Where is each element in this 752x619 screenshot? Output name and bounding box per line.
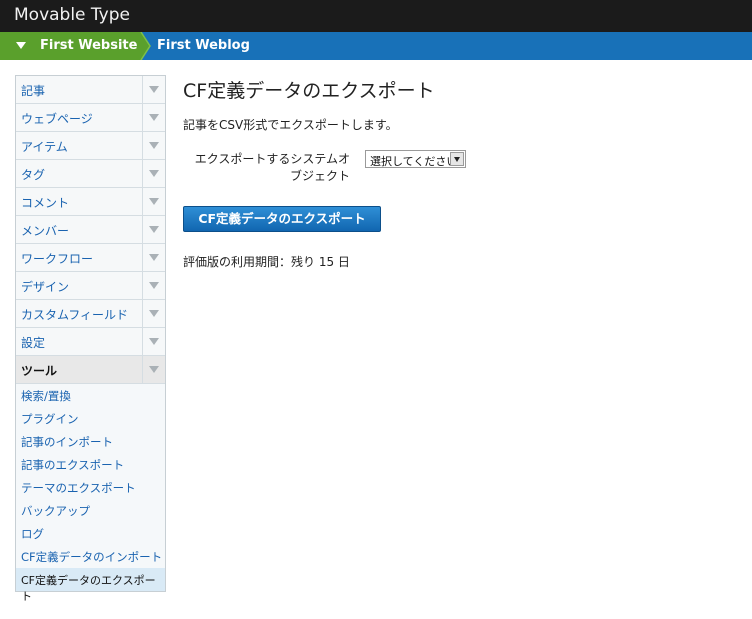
menu-toggle[interactable] bbox=[142, 188, 165, 215]
chevron-down-icon bbox=[149, 338, 159, 345]
menu-toggle[interactable] bbox=[142, 132, 165, 159]
chevron-down-icon bbox=[149, 366, 159, 373]
menu-item-tools[interactable]: ツール bbox=[16, 356, 165, 384]
menu-toggle[interactable] bbox=[142, 216, 165, 243]
menu-item-label[interactable]: カスタムフィールド bbox=[21, 306, 128, 323]
chevron-down-icon bbox=[149, 282, 159, 289]
submenu-item-export-entries[interactable]: 記事のエクスポート bbox=[16, 453, 165, 476]
chevron-down-icon bbox=[149, 86, 159, 93]
cf-export-button[interactable]: CF定義データのエクスポート bbox=[183, 206, 381, 232]
menu-item-label[interactable]: 記事 bbox=[21, 82, 45, 99]
menu-item-label[interactable]: 設定 bbox=[21, 334, 45, 351]
chevron-down-icon bbox=[149, 114, 159, 121]
menu-item-design[interactable]: デザイン bbox=[16, 272, 165, 300]
menu-toggle[interactable] bbox=[142, 104, 165, 131]
page-title: CF定義データのエクスポート bbox=[183, 80, 435, 102]
submenu-item-label[interactable]: プラグイン bbox=[21, 411, 79, 427]
submenu-item-label[interactable]: テーマのエクスポート bbox=[21, 480, 136, 496]
menu-toggle[interactable] bbox=[142, 76, 165, 103]
tools-submenu: 検索/置換 プラグイン 記事のインポート 記事のエクスポート テーマのエクスポー… bbox=[16, 384, 165, 603]
menu-item-comments[interactable]: コメント bbox=[16, 188, 165, 216]
website-name[interactable]: First Website bbox=[40, 38, 137, 53]
submenu-item-label[interactable]: CF定義データのインポート bbox=[21, 549, 162, 565]
submenu-item-export-theme[interactable]: テーマのエクスポート bbox=[16, 476, 165, 499]
chevron-down-icon bbox=[149, 254, 159, 261]
menu-toggle[interactable] bbox=[142, 300, 165, 327]
menu-toggle[interactable] bbox=[142, 160, 165, 187]
menu-item-label[interactable]: ワークフロー bbox=[21, 250, 93, 267]
site-bar: First Website First Weblog bbox=[0, 32, 752, 60]
select-value[interactable]: 選択してください bbox=[370, 153, 457, 169]
chevron-down-icon bbox=[149, 198, 159, 205]
menu-item-pages[interactable]: ウェブページ bbox=[16, 104, 165, 132]
app-title: Movable Type bbox=[14, 5, 130, 25]
submenu-item-label[interactable]: バックアップ bbox=[21, 503, 90, 519]
dropdown-arrow-icon[interactable] bbox=[450, 152, 464, 166]
trial-period-text: 評価版の利用期間：残り 15 日 bbox=[183, 255, 350, 269]
submenu-item-import-entries[interactable]: 記事のインポート bbox=[16, 430, 165, 453]
submenu-item-label[interactable]: ログ bbox=[21, 526, 44, 542]
menu-item-label[interactable]: アイテム bbox=[21, 138, 68, 155]
menu-item-members[interactable]: メンバー bbox=[16, 216, 165, 244]
triangle-down-icon[interactable] bbox=[16, 42, 26, 49]
menu-item-workflow[interactable]: ワークフロー bbox=[16, 244, 165, 272]
menu-toggle[interactable] bbox=[142, 244, 165, 271]
menu-toggle[interactable] bbox=[142, 356, 165, 383]
menu-item-label[interactable]: デザイン bbox=[21, 278, 69, 295]
menu-item-custom-fields[interactable]: カスタムフィールド bbox=[16, 300, 165, 328]
menu-item-label[interactable]: ウェブページ bbox=[21, 110, 93, 127]
submenu-item-search-replace[interactable]: 検索/置換 bbox=[16, 384, 165, 407]
submenu-item-cf-import[interactable]: CF定義データのインポート bbox=[16, 545, 165, 568]
website-crumb[interactable]: First Website bbox=[0, 32, 151, 60]
submenu-item-label[interactable]: 記事のエクスポート bbox=[21, 457, 124, 473]
menu-item-label[interactable]: タグ bbox=[21, 166, 45, 183]
export-object-select[interactable]: 選択してください bbox=[365, 150, 466, 168]
chevron-down-icon bbox=[149, 142, 159, 149]
submenu-item-plugins[interactable]: プラグイン bbox=[16, 407, 165, 430]
sidebar-menu: 記事 ウェブページ アイテム タグ コメント メンバー ワークフロー デザイン … bbox=[15, 75, 166, 603]
menu-item-settings[interactable]: 設定 bbox=[16, 328, 165, 356]
menu-item-entries[interactable]: 記事 bbox=[16, 76, 165, 104]
menu-item-tags[interactable]: タグ bbox=[16, 160, 165, 188]
submenu-item-label[interactable]: CF定義データのエクスポート bbox=[21, 572, 165, 604]
menu-item-label[interactable]: ツール bbox=[21, 362, 57, 379]
menu-item-label[interactable]: コメント bbox=[21, 194, 69, 211]
blog-name[interactable]: First Weblog bbox=[157, 38, 250, 53]
menu-item-label[interactable]: メンバー bbox=[21, 222, 69, 239]
menu-toggle[interactable] bbox=[142, 328, 165, 355]
page-description: 記事をCSV形式でエクスポートします。 bbox=[183, 118, 398, 132]
chevron-down-icon bbox=[149, 226, 159, 233]
submenu-item-log[interactable]: ログ bbox=[16, 522, 165, 545]
app-header: Movable Type bbox=[0, 0, 752, 32]
menu-toggle[interactable] bbox=[142, 272, 165, 299]
menu-item-assets[interactable]: アイテム bbox=[16, 132, 165, 160]
submenu-item-label[interactable]: 検索/置換 bbox=[21, 388, 71, 404]
chevron-down-icon bbox=[149, 170, 159, 177]
export-object-label: エクスポートするシステムオブジェクト bbox=[194, 152, 350, 183]
submenu-item-backup[interactable]: バックアップ bbox=[16, 499, 165, 522]
chevron-down-icon bbox=[149, 310, 159, 317]
submenu-item-cf-export[interactable]: CF定義データのエクスポート bbox=[16, 568, 165, 603]
submenu-item-label[interactable]: 記事のインポート bbox=[21, 434, 113, 450]
